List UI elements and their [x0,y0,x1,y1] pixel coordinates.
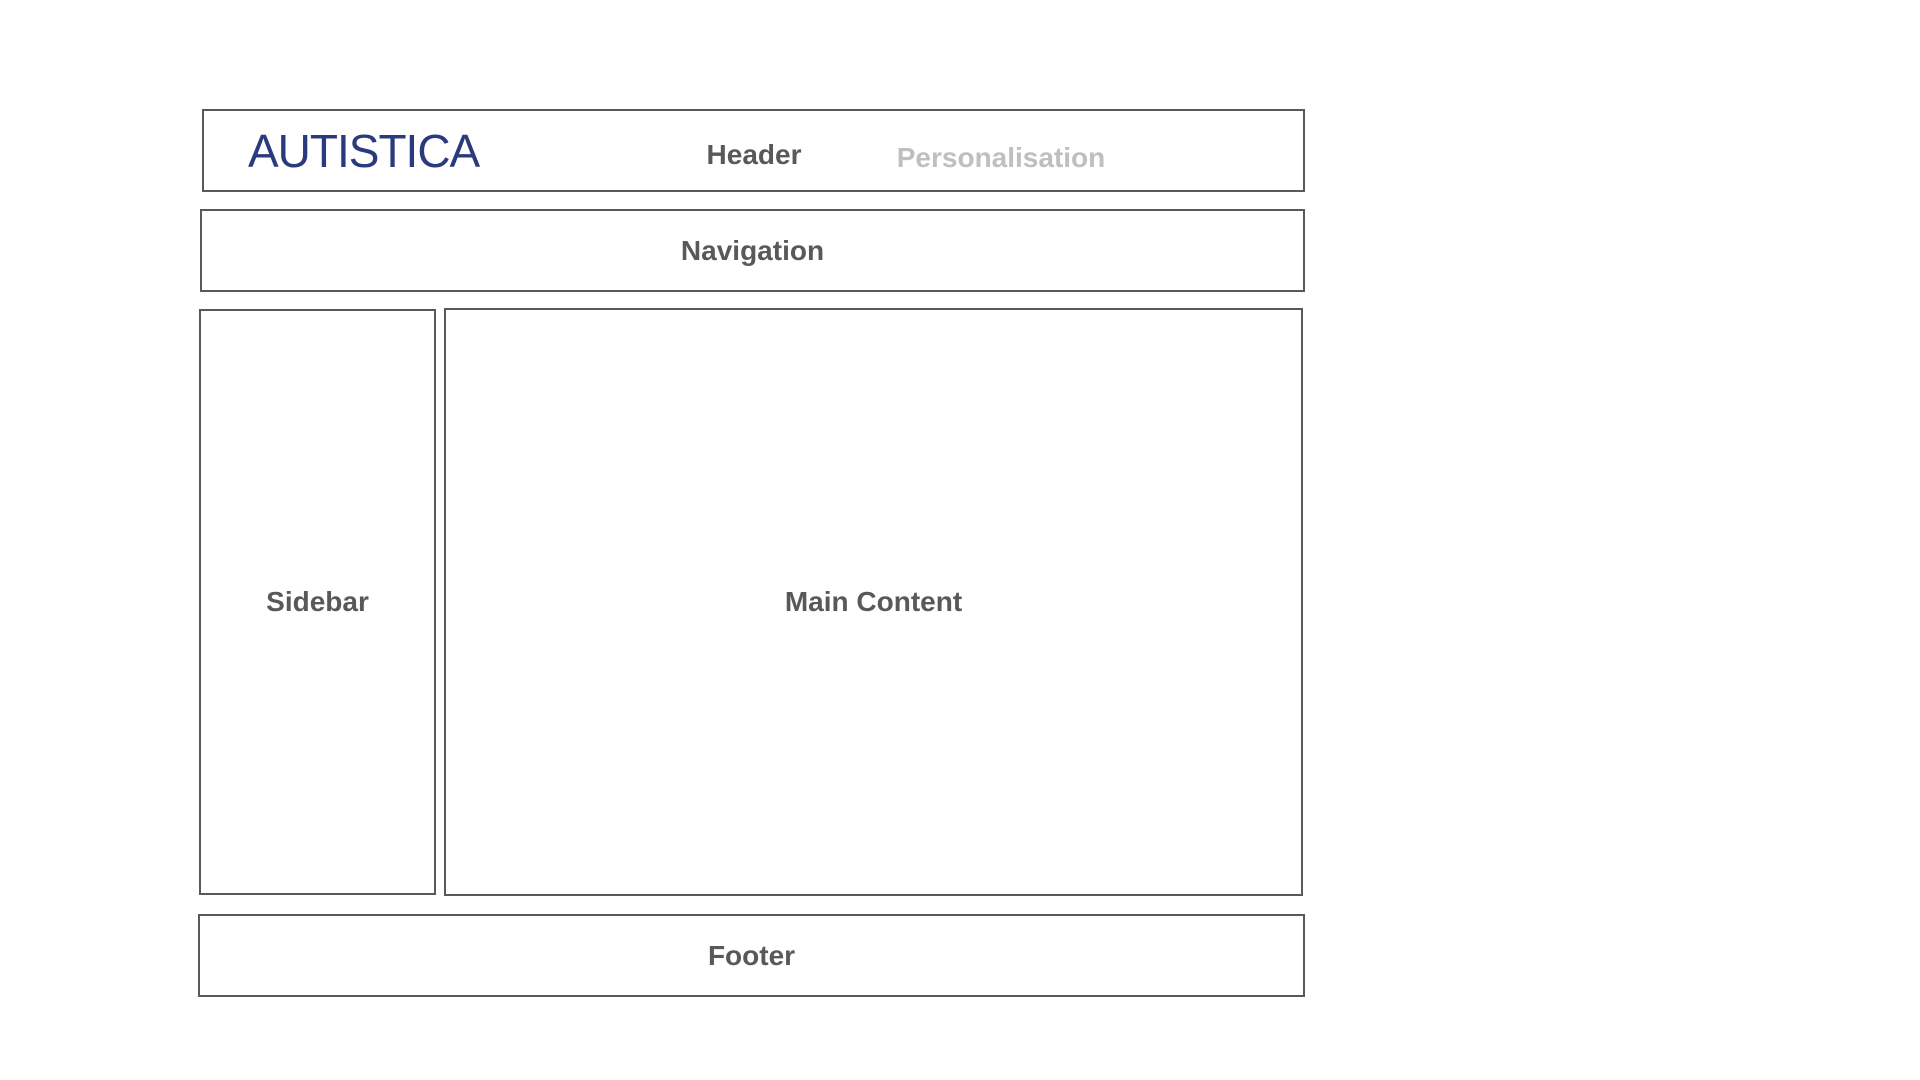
main-content-box: Main Content [444,308,1303,896]
navigation-label: Navigation [680,234,825,266]
navigation-box: Navigation [200,209,1305,292]
main-content-label: Main Content [784,586,963,617]
sidebar-box: Sidebar [199,309,436,895]
sidebar-label: Sidebar [266,586,369,617]
footer-box: Footer [198,914,1305,997]
footer-label: Footer [707,939,796,971]
personalisation-label: Personalisation [896,142,1106,173]
autistica-logo: AUTISTICA [248,125,480,177]
header-label: Header [706,139,802,170]
wireframe-diagram: AUTISTICA Header Personalisation Navigat… [0,0,1920,1080]
